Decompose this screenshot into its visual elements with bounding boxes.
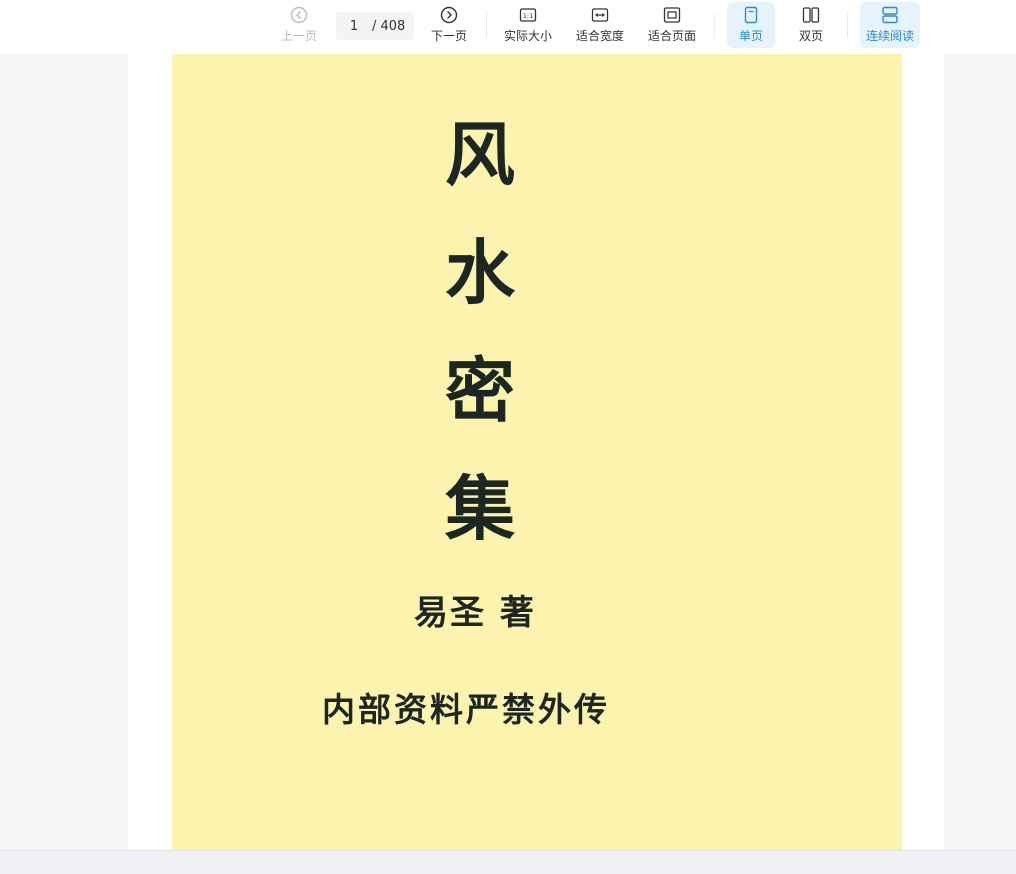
fit-width-button[interactable]: 适合宽度 — [572, 2, 628, 48]
status-bar — [0, 850, 1016, 874]
toolbar-divider — [486, 14, 487, 38]
fit-page-label: 适合页面 — [647, 29, 696, 43]
double-page-label: 双页 — [798, 29, 823, 43]
title-char: 水 — [445, 232, 515, 314]
total-pages: / 408 — [372, 18, 406, 34]
toolbar-divider — [847, 14, 848, 38]
current-page-input[interactable]: 1 — [336, 19, 372, 34]
actual-size-icon: 1:1 — [519, 8, 537, 22]
actual-size-button[interactable]: 1:1 实际大小 — [500, 2, 556, 48]
fit-page-button[interactable]: 适合页面 — [644, 2, 700, 48]
svg-text:1:1: 1:1 — [523, 12, 533, 20]
chevron-right-circle-icon — [440, 6, 458, 24]
title-char: 集 — [445, 468, 515, 550]
single-page-button[interactable]: 单页 — [727, 2, 775, 48]
page-margin-left — [128, 54, 172, 850]
fit-width-icon — [591, 8, 609, 22]
toolbar-divider — [714, 14, 715, 38]
restriction-notice: 内部资料严禁外传 — [322, 690, 610, 729]
double-page-button[interactable]: 双页 — [788, 2, 834, 48]
book-author: 易圣 著 — [414, 593, 536, 633]
title-char: 密 — [445, 350, 515, 432]
page-margin-right — [900, 54, 944, 850]
chevron-left-circle-icon — [290, 6, 308, 24]
next-page-button[interactable]: 下一页 — [427, 2, 471, 48]
fit-page-icon — [663, 7, 681, 23]
single-page-label: 单页 — [738, 29, 763, 43]
continuous-reading-label: 连续阅读 — [865, 29, 914, 43]
continuous-scroll-icon — [882, 6, 898, 24]
single-page-icon — [744, 6, 758, 24]
prev-page-button[interactable]: 上一页 — [278, 2, 320, 48]
viewer-toolbar: 上一页 1 / 408 下一页 1:1 实际大小 适合宽度 适合页面 单页 双页… — [0, 0, 1016, 54]
book-title: 风 水 密 集 — [440, 120, 520, 592]
page-number-field[interactable]: 1 / 408 — [336, 12, 414, 40]
double-page-icon — [802, 7, 820, 23]
continuous-reading-button[interactable]: 连续阅读 — [860, 2, 920, 48]
prev-page-label: 上一页 — [280, 29, 317, 43]
fit-width-label: 适合宽度 — [575, 29, 624, 43]
actual-size-label: 实际大小 — [503, 29, 552, 43]
next-page-label: 下一页 — [430, 29, 467, 43]
title-char: 风 — [445, 114, 515, 196]
